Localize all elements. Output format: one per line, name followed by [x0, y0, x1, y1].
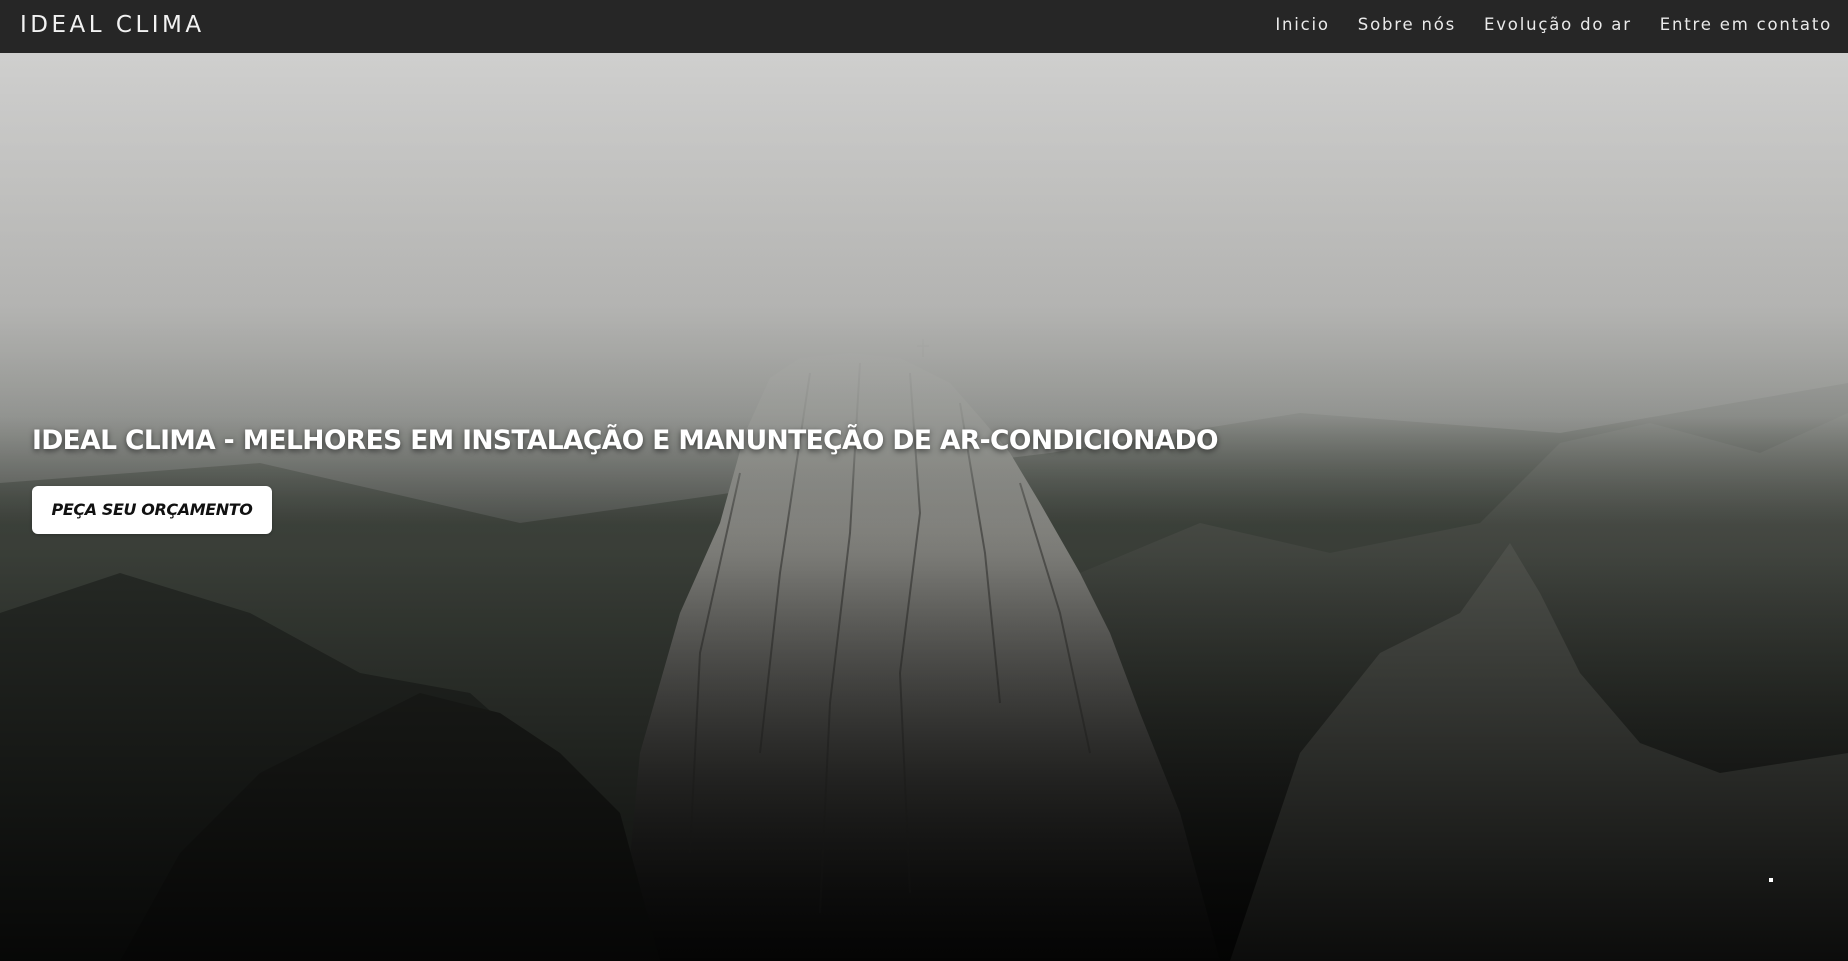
nav-link-sobre-nos[interactable]: Sobre nós — [1358, 0, 1456, 53]
main-nav: Inicio Sobre nós Evolução do ar Entre em… — [1275, 0, 1832, 53]
page: IDEAL CLIMA Inicio Sobre nós Evolução do… — [0, 0, 1848, 961]
hero-background-image — [0, 53, 1848, 961]
request-quote-button[interactable]: PEÇA SEU ORÇAMENTO — [32, 486, 272, 534]
nav-link-evolucao-do-ar[interactable]: Evolução do ar — [1484, 0, 1632, 53]
hero-title: IDEAL CLIMA - MELHORES EM INSTALAÇÃO E M… — [32, 425, 1219, 456]
navbar: IDEAL CLIMA Inicio Sobre nós Evolução do… — [0, 0, 1848, 53]
nav-link-inicio[interactable]: Inicio — [1275, 0, 1329, 53]
slider-indicator-dot[interactable] — [1769, 878, 1773, 882]
nav-link-contato[interactable]: Entre em contato — [1660, 0, 1832, 53]
hero-section: IDEAL CLIMA - MELHORES EM INSTALAÇÃO E M… — [0, 53, 1848, 961]
brand-logo[interactable]: IDEAL CLIMA — [20, 0, 205, 53]
